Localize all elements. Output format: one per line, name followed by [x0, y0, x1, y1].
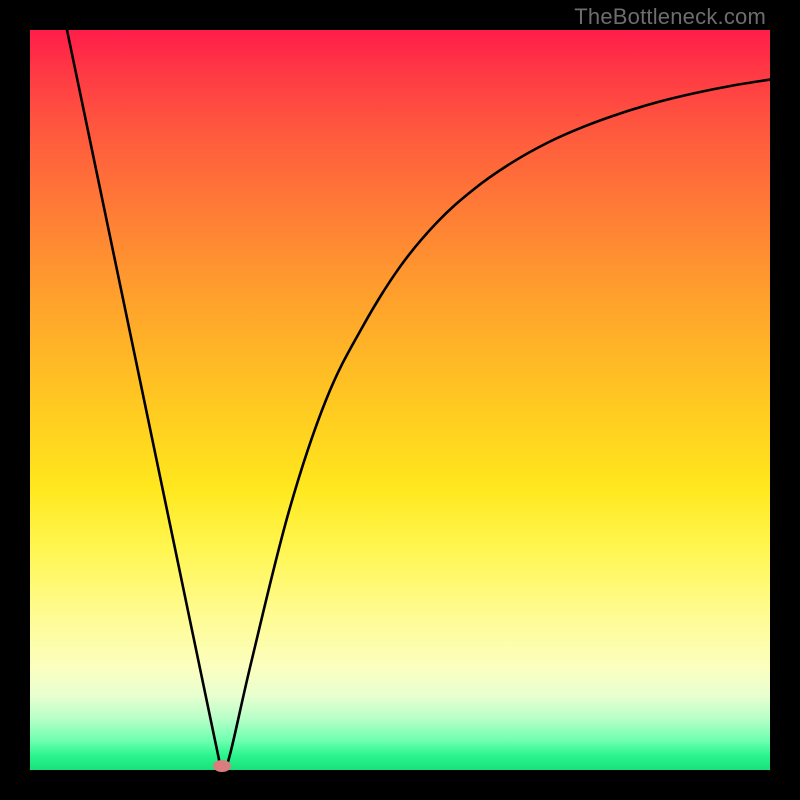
minimum-marker	[213, 760, 231, 772]
chart-curve-svg	[30, 30, 770, 770]
watermark-text: TheBottleneck.com	[574, 4, 766, 30]
bottleneck-curve-line	[67, 30, 770, 770]
chart-frame	[30, 30, 770, 770]
